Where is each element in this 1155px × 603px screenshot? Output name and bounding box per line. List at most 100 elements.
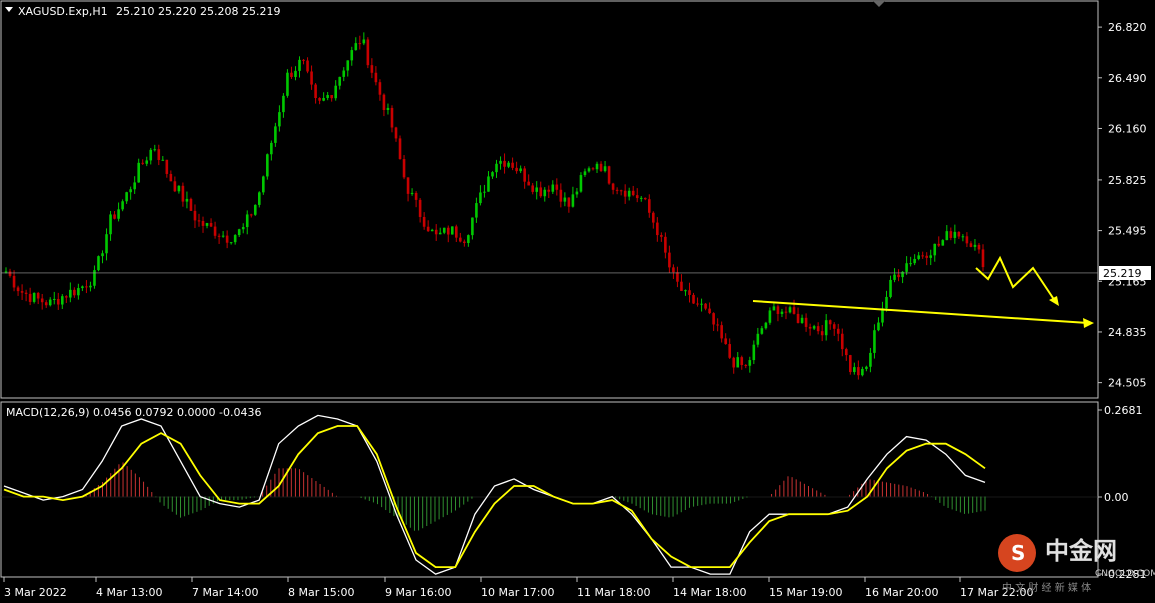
candle-body xyxy=(149,149,153,161)
candle-body xyxy=(217,235,221,237)
candle-body xyxy=(237,229,241,236)
candle-body xyxy=(676,272,679,282)
candle-body xyxy=(77,288,80,296)
candle-body xyxy=(499,160,502,164)
chart-canvas[interactable]: 26.82026.49026.16025.82525.49525.16524.8… xyxy=(0,0,1155,603)
current-price-label: 25.219 xyxy=(1103,267,1142,280)
candle-body xyxy=(40,298,44,303)
candle-body xyxy=(153,149,157,151)
candle-body xyxy=(229,242,233,244)
candle-body xyxy=(965,236,969,244)
candle-body xyxy=(583,171,587,176)
candle-body xyxy=(756,333,760,345)
candle-body xyxy=(776,306,780,314)
candle-body xyxy=(390,107,394,128)
candle-body xyxy=(913,258,916,264)
candle-body xyxy=(181,185,185,202)
candle-body xyxy=(704,303,707,309)
candle-body xyxy=(253,204,257,215)
candle-body xyxy=(302,59,305,61)
candle-body xyxy=(193,210,197,221)
candle-body xyxy=(322,98,325,101)
candle-body xyxy=(567,197,571,207)
candle-body xyxy=(310,71,313,85)
candle-body xyxy=(370,65,374,73)
current-price-tag: 25.219 xyxy=(1099,266,1151,280)
candle-body xyxy=(535,187,539,192)
candle-body xyxy=(169,173,173,182)
candle-body xyxy=(555,184,559,190)
macd-tick-label: 0.00 xyxy=(1104,491,1129,504)
candle-body xyxy=(603,166,607,172)
candle-body xyxy=(487,176,490,192)
candle-body xyxy=(736,357,740,368)
candle-body xyxy=(48,299,52,306)
candle-body xyxy=(901,271,904,278)
candle-body xyxy=(925,255,929,258)
candle-body xyxy=(4,271,8,273)
candle-body xyxy=(595,163,599,170)
price-tick-label: 25.825 xyxy=(1108,174,1147,187)
time-tick-label: 14 Mar 18:00 xyxy=(673,586,746,599)
candle-body xyxy=(824,320,828,336)
price-tick-label: 26.820 xyxy=(1108,21,1147,34)
candle-body xyxy=(752,344,756,361)
candle-body xyxy=(804,317,808,327)
watermark-tagline: 中 文 财 经 新 媒 体 xyxy=(1002,581,1091,594)
candle-body xyxy=(491,172,494,177)
candle-body xyxy=(73,289,76,296)
candle-body xyxy=(652,212,655,223)
candle-body xyxy=(792,307,796,314)
candle-body xyxy=(398,138,402,160)
candle-body xyxy=(28,293,32,302)
candle-body xyxy=(688,290,691,295)
candle-body xyxy=(764,322,768,329)
candle-body xyxy=(8,271,12,276)
candle-body xyxy=(185,198,189,202)
candle-body xyxy=(378,82,382,95)
candle-body xyxy=(177,185,181,192)
candle-body xyxy=(523,168,526,182)
candle-body xyxy=(109,214,112,235)
candle-body xyxy=(282,95,285,113)
candle-body xyxy=(36,292,40,299)
candle-body xyxy=(326,95,329,99)
candle-body xyxy=(225,235,229,243)
candle-body xyxy=(780,311,784,314)
candle-body xyxy=(865,366,868,369)
candle-body xyxy=(977,244,981,250)
candle-body xyxy=(69,289,72,298)
candle-body xyxy=(668,252,671,268)
candle-body xyxy=(32,292,36,302)
candle-body xyxy=(869,352,872,367)
candle-body xyxy=(607,166,611,184)
candle-body xyxy=(949,231,953,238)
candle-body xyxy=(748,360,752,366)
candle-body xyxy=(209,223,213,227)
candle-body xyxy=(599,163,603,172)
time-tick-label: 15 Mar 19:00 xyxy=(769,586,842,599)
candle-body xyxy=(161,159,165,161)
candle-body xyxy=(772,306,776,311)
candle-body xyxy=(318,98,321,101)
candle-body xyxy=(788,307,792,313)
candle-body xyxy=(643,197,647,200)
candle-body xyxy=(768,310,772,323)
candle-body xyxy=(294,70,297,77)
candle-body xyxy=(672,267,675,273)
candle-body xyxy=(571,194,575,207)
candle-body xyxy=(941,240,945,246)
candle-body xyxy=(889,279,892,297)
candle-body xyxy=(117,209,120,219)
candle-body xyxy=(724,338,727,345)
candle-body xyxy=(543,189,547,197)
candle-body xyxy=(832,324,836,329)
candle-body xyxy=(410,192,414,194)
candle-body xyxy=(800,317,804,323)
candle-body xyxy=(559,189,563,202)
candle-body xyxy=(877,322,880,331)
candle-body xyxy=(394,127,398,139)
candle-body xyxy=(129,189,132,193)
candle-body xyxy=(664,236,667,253)
candle-body xyxy=(249,214,253,216)
